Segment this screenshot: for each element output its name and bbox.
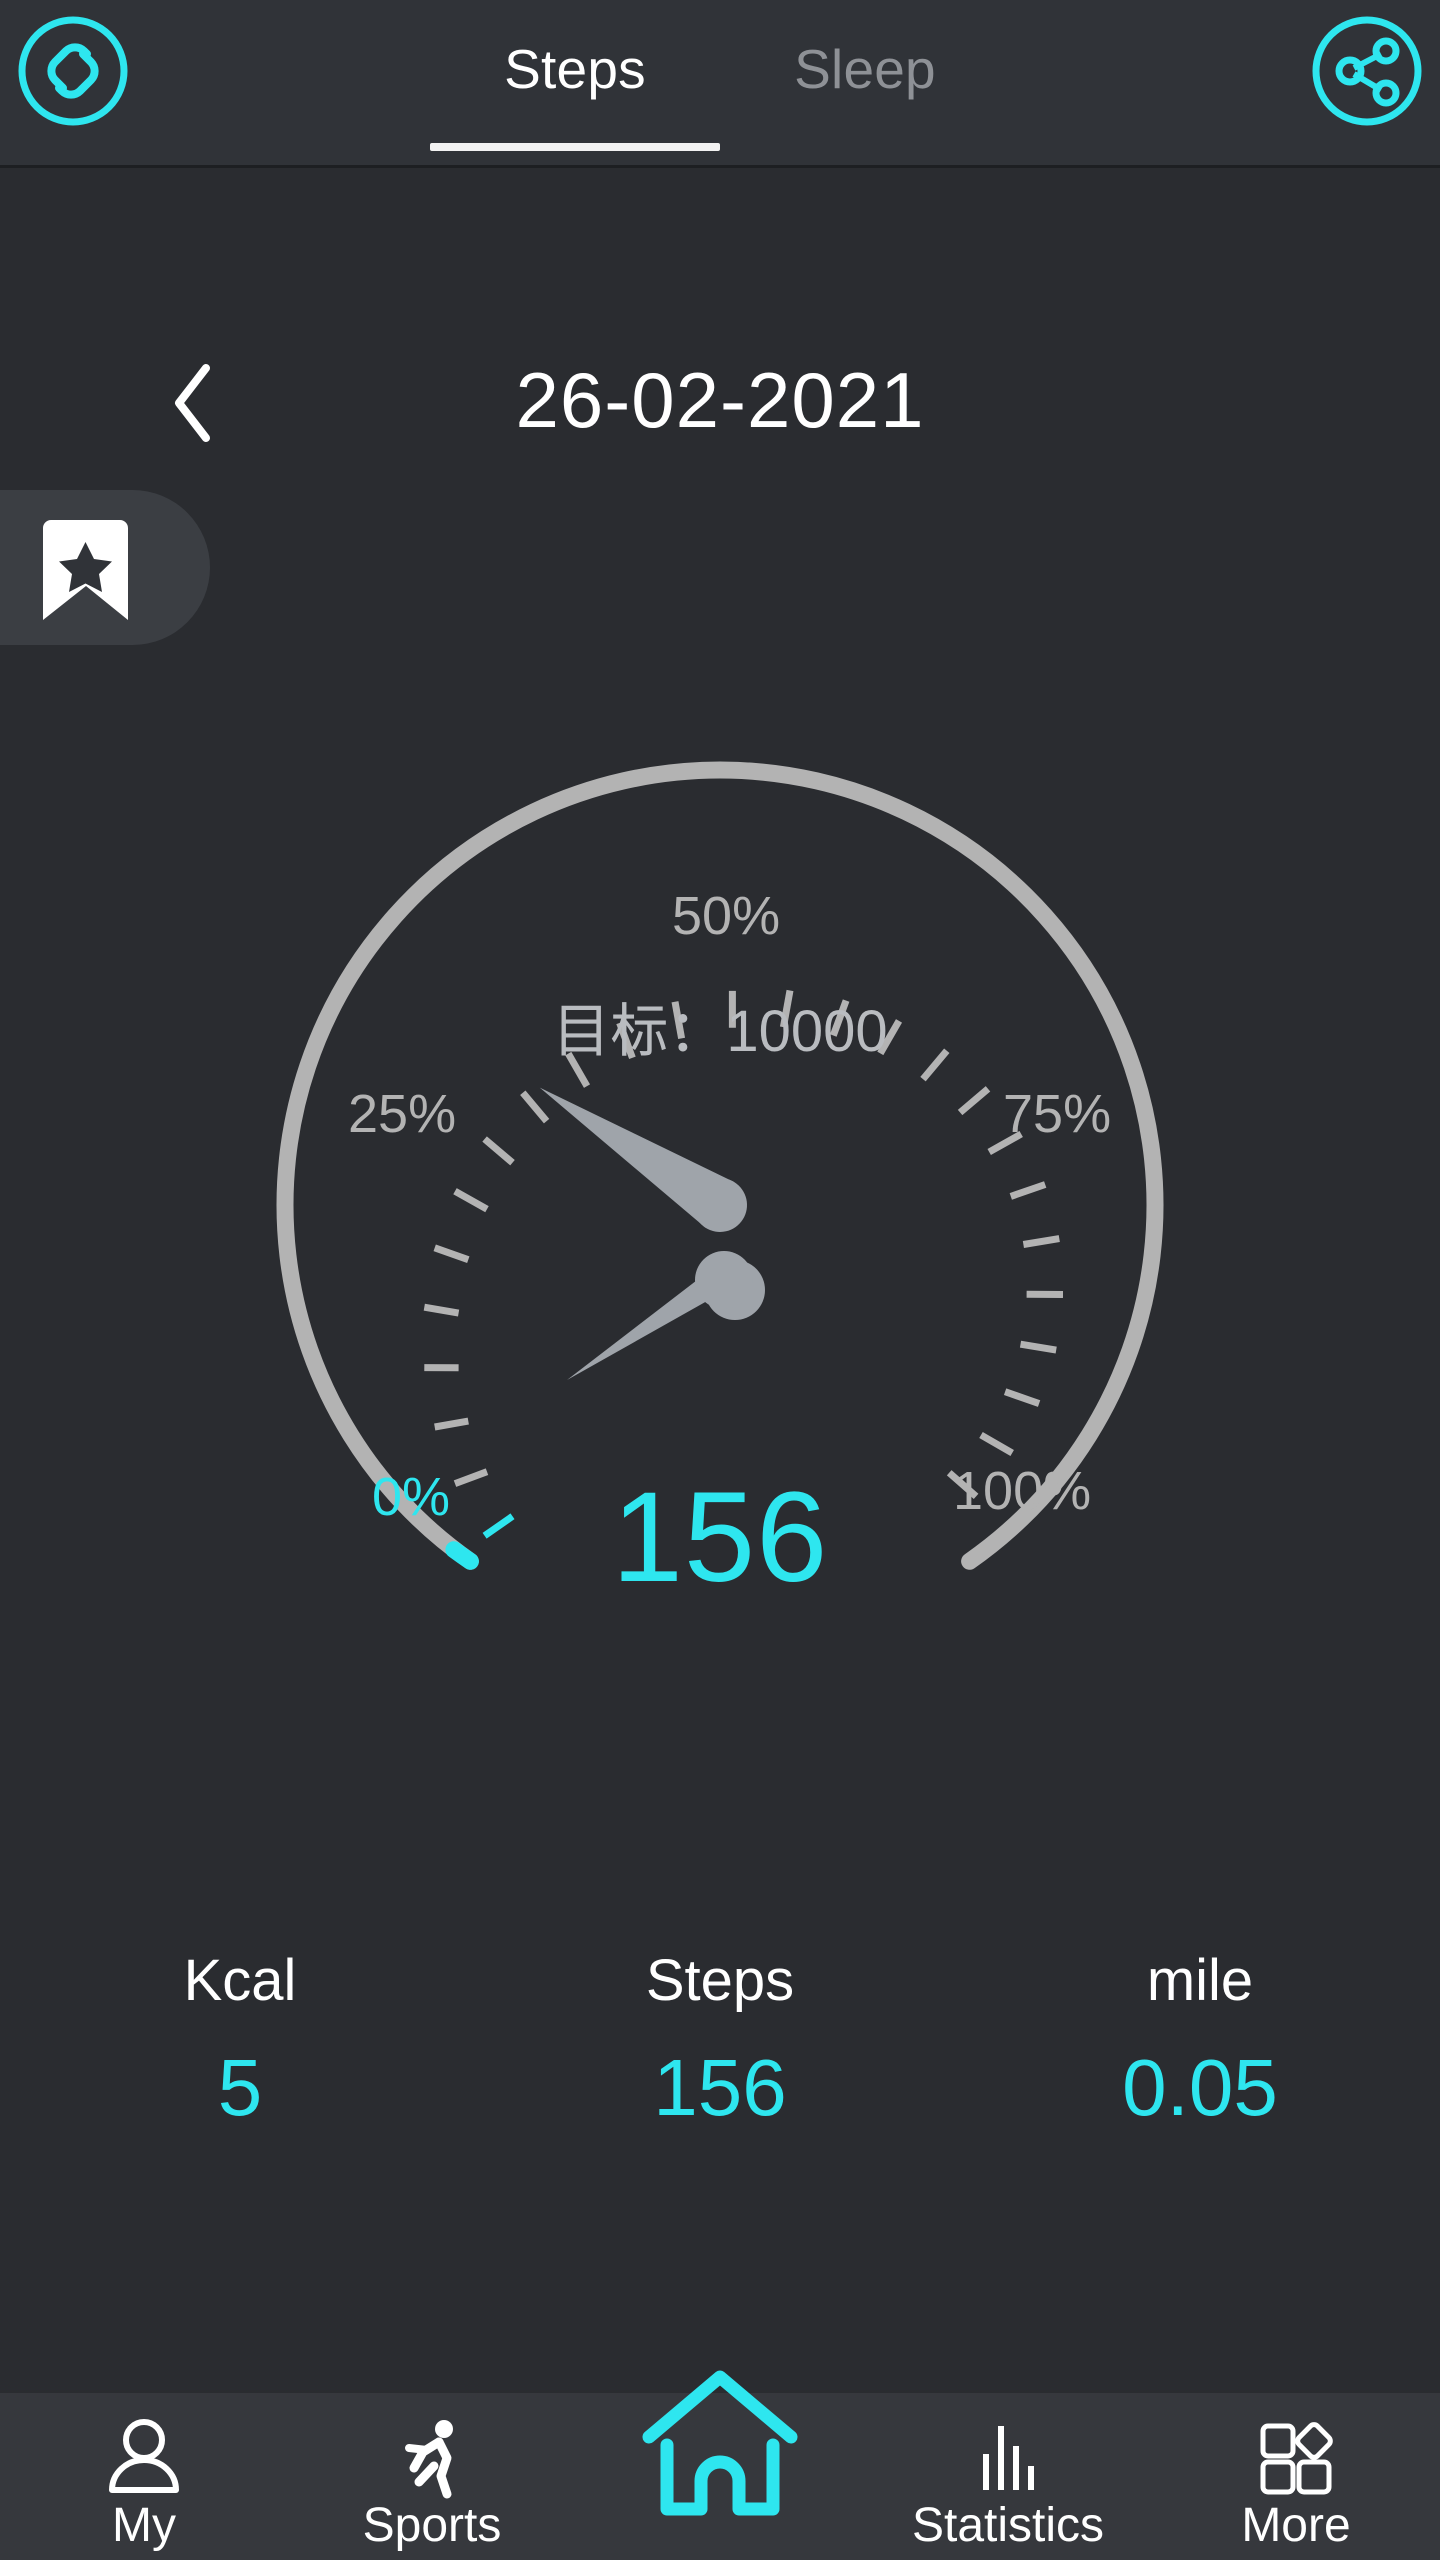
nav-item-more-label: More bbox=[1241, 2499, 1351, 2552]
tab-steps[interactable]: Steps bbox=[430, 0, 720, 165]
link-icon bbox=[18, 16, 128, 126]
stat-mile-label: mile bbox=[1146, 1948, 1254, 2013]
person-icon bbox=[98, 2411, 190, 2503]
nav-item-more[interactable]: More bbox=[1152, 2393, 1440, 2560]
grid-shapes-icon bbox=[1250, 2411, 1342, 2503]
stat-mile: mile 0.05 bbox=[960, 1945, 1440, 2185]
nav-item-my-label: My bbox=[112, 2499, 176, 2552]
share-icon bbox=[1312, 16, 1422, 126]
bottom-navigation: My Sports Statistics More bbox=[0, 2370, 1440, 2560]
current-date-label: 26-02-2021 bbox=[515, 356, 925, 444]
nav-item-statistics-label: Statistics bbox=[911, 2499, 1105, 2552]
gauge-label-50: 50% bbox=[672, 886, 781, 946]
tab-sleep-label: Sleep bbox=[794, 38, 936, 100]
nav-item-sports[interactable]: Sports bbox=[288, 2393, 576, 2560]
home-icon bbox=[635, 2369, 805, 2519]
bookmark-button[interactable] bbox=[0, 490, 210, 645]
stat-steps: Steps 156 bbox=[480, 1945, 960, 2185]
stat-kcal-value: 5 bbox=[217, 2043, 263, 2132]
tab-bar: Steps Sleep bbox=[0, 0, 1440, 165]
nav-item-sports-label: Sports bbox=[362, 2499, 502, 2552]
stat-kcal: Kcal 5 bbox=[0, 1945, 480, 2185]
gauge-step-count: 156 bbox=[611, 1466, 829, 1609]
gauge-goal-label: 目标：10000 bbox=[552, 999, 888, 1064]
gauge-needle bbox=[567, 1251, 765, 1380]
app-root: Steps Sleep 26-02-2021 目标：10000 0% 25% 5… bbox=[0, 0, 1440, 2560]
stats-row: Kcal 5 Steps 156 mile 0.05 bbox=[0, 1945, 1440, 2185]
gauge-label-75: 75% bbox=[1003, 1084, 1112, 1144]
gauge-label-25: 25% bbox=[348, 1084, 457, 1144]
tab-sleep[interactable]: Sleep bbox=[720, 0, 1010, 165]
link-button[interactable] bbox=[12, 10, 134, 132]
stat-steps-value: 156 bbox=[653, 2043, 787, 2132]
bookmark-star-icon bbox=[43, 520, 128, 620]
stat-steps-label: Steps bbox=[645, 1948, 795, 2013]
nav-item-my[interactable]: My bbox=[0, 2393, 288, 2560]
running-icon bbox=[386, 2411, 478, 2503]
tab-active-underline bbox=[430, 143, 720, 151]
stat-kcal-label: Kcal bbox=[183, 1948, 297, 2013]
nav-item-home[interactable] bbox=[576, 2370, 864, 2560]
share-button[interactable] bbox=[1306, 10, 1428, 132]
nav-item-statistics[interactable]: Statistics bbox=[864, 2393, 1152, 2560]
tab-steps-label: Steps bbox=[504, 38, 646, 100]
header-bar: Steps Sleep bbox=[0, 0, 1440, 168]
date-navigator: 26-02-2021 bbox=[0, 345, 1440, 465]
bar-chart-icon bbox=[962, 2411, 1054, 2503]
stat-mile-value: 0.05 bbox=[1122, 2043, 1278, 2132]
